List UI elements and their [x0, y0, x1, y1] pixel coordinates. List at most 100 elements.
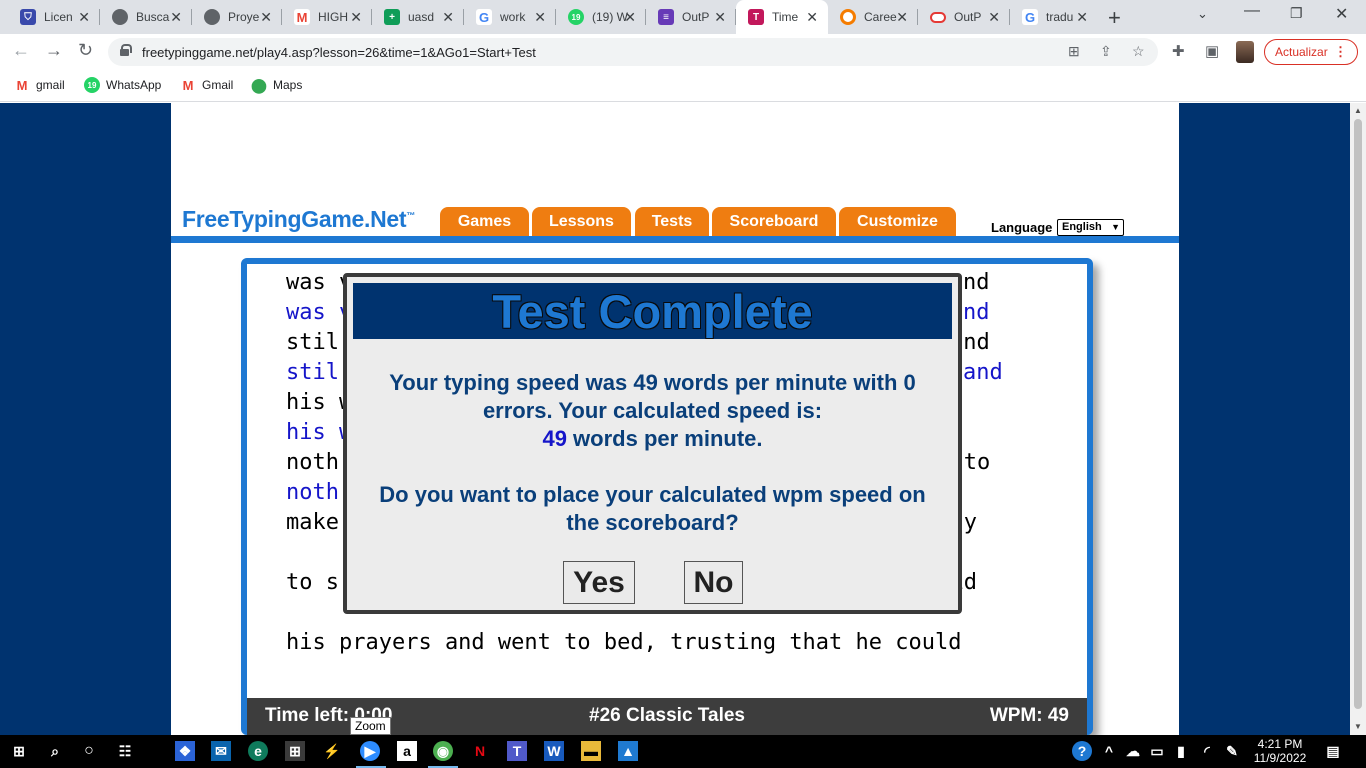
- nav-games[interactable]: Games: [440, 207, 529, 236]
- restore-icon[interactable]: ❐: [1290, 5, 1303, 22]
- whatsapp-icon: 19: [568, 9, 584, 25]
- task-view-icon[interactable]: ☷: [115, 741, 135, 761]
- file-explorer-icon[interactable]: ▬: [581, 741, 601, 761]
- chevron-down-icon: ▼: [1111, 222, 1120, 232]
- nav-customize[interactable]: Customize: [839, 207, 956, 236]
- whatsapp-icon: 19: [84, 77, 100, 93]
- nav-scoreboard[interactable]: Scoreboard: [712, 207, 836, 236]
- netflix-icon[interactable]: N: [470, 741, 490, 761]
- lock-icon[interactable]: [120, 44, 132, 56]
- bookmark-gmail-2[interactable]: M Gmail: [180, 77, 234, 93]
- tab-6[interactable]: G work ✕: [464, 0, 556, 34]
- share-icon[interactable]: ⇪: [1100, 43, 1112, 60]
- reload-icon[interactable]: ↻: [78, 40, 93, 61]
- tab-3[interactable]: Proye ✕: [192, 0, 282, 34]
- onedrive-cloud-icon[interactable]: ☁: [1123, 741, 1143, 761]
- close-window-icon[interactable]: ✕: [1335, 4, 1348, 24]
- nav-lessons[interactable]: Lessons: [532, 207, 631, 236]
- close-icon[interactable]: ✕: [624, 9, 636, 26]
- amazon-icon[interactable]: a: [397, 741, 417, 761]
- close-icon[interactable]: ✕: [806, 9, 818, 26]
- profile-avatar[interactable]: [1236, 41, 1254, 63]
- edge-icon[interactable]: e: [248, 741, 268, 761]
- site-logo[interactable]: FreeTypingGame.Net™: [182, 206, 415, 233]
- photos-icon[interactable]: ▲: [618, 741, 638, 761]
- close-icon[interactable]: ✕: [714, 9, 726, 26]
- cortana-icon[interactable]: ○: [79, 741, 99, 761]
- search-icon[interactable]: ⌕: [45, 741, 65, 761]
- tab-4[interactable]: M HIGH ✕: [282, 0, 372, 34]
- bookmark-maps[interactable]: ⬤ Maps: [251, 77, 302, 93]
- close-icon[interactable]: ✕: [534, 9, 546, 26]
- tab-5[interactable]: + uasd ✕: [372, 0, 464, 34]
- address-bar[interactable]: freetypinggame.net/play4.asp?lesson=26&t…: [108, 38, 1158, 66]
- tab-1[interactable]: ⛉ Licen ✕: [8, 0, 100, 34]
- system-clock[interactable]: 4:21 PM 11/9/2022: [1248, 737, 1312, 765]
- close-icon[interactable]: ✕: [1076, 9, 1088, 26]
- url-text[interactable]: freetypinggame.net/play4.asp?lesson=26&t…: [142, 45, 536, 60]
- tab-search-chevron-icon[interactable]: ⌄: [1197, 6, 1208, 22]
- close-icon[interactable]: ✕: [988, 9, 1000, 26]
- wpm-readout: WPM: 49: [989, 705, 1069, 726]
- close-icon[interactable]: ✕: [442, 9, 454, 26]
- typed-line: stil: [286, 360, 339, 385]
- maps-pin-icon: ⬤: [251, 76, 267, 93]
- translate-icon[interactable]: ⊞: [1068, 43, 1080, 60]
- pen-icon[interactable]: ✎: [1222, 741, 1242, 761]
- tab-7[interactable]: 19 (19) W ✕: [556, 0, 646, 34]
- new-tab-plus-icon[interactable]: +: [1108, 5, 1121, 31]
- word-icon[interactable]: W: [544, 741, 564, 761]
- tab-9-active[interactable]: T Time ✕: [736, 0, 828, 34]
- close-icon[interactable]: ✕: [260, 9, 272, 26]
- dropbox-icon[interactable]: ❖: [175, 741, 195, 761]
- bookmark-star-icon[interactable]: ☆: [1132, 43, 1145, 60]
- close-icon[interactable]: ✕: [896, 9, 908, 26]
- source-line: to s: [286, 570, 339, 595]
- mail-icon[interactable]: ✉: [211, 741, 231, 761]
- nav-tests[interactable]: Tests: [635, 207, 709, 236]
- tab-12[interactable]: G tradu ✕: [1010, 0, 1098, 34]
- clock-time: 4:21 PM: [1257, 737, 1303, 751]
- tab-10[interactable]: Caree ✕: [828, 0, 918, 34]
- language-select[interactable]: English ▼: [1057, 219, 1124, 236]
- minimize-icon[interactable]: —: [1244, 2, 1260, 20]
- store-icon[interactable]: ⊞: [285, 741, 305, 761]
- bookmark-gmail[interactable]: M gmail: [14, 77, 65, 93]
- yes-button[interactable]: Yes: [563, 561, 635, 604]
- display-icon[interactable]: ▭: [1147, 741, 1167, 761]
- close-icon[interactable]: ✕: [350, 9, 362, 26]
- update-button[interactable]: Actualizar ⋮: [1264, 39, 1358, 65]
- plugin-icon[interactable]: ⚡: [322, 741, 342, 761]
- side-panel-icon[interactable]: ▣: [1205, 42, 1219, 60]
- close-icon[interactable]: ✕: [78, 9, 90, 26]
- tab-title: work: [500, 10, 526, 24]
- notifications-icon[interactable]: ▤: [1323, 741, 1343, 761]
- clock-date: 11/9/2022: [1253, 751, 1307, 765]
- scroll-down-icon[interactable]: ▼: [1354, 722, 1362, 731]
- windows-start-icon[interactable]: ⊞: [9, 741, 29, 761]
- bookmark-whatsapp[interactable]: 19 WhatsApp: [84, 77, 161, 93]
- back-arrow-icon[interactable]: ←: [12, 40, 30, 61]
- extensions-puzzle-icon[interactable]: ✚: [1172, 42, 1185, 60]
- tab-title: HIGH: [318, 10, 348, 24]
- help-icon[interactable]: ?: [1072, 741, 1092, 761]
- wifi-icon[interactable]: ◜: [1197, 741, 1217, 761]
- scroll-up-icon[interactable]: ▲: [1354, 106, 1362, 115]
- forward-arrow-icon[interactable]: →: [45, 40, 63, 61]
- show-hidden-icons-chevron[interactable]: ^: [1099, 741, 1119, 761]
- tab-8[interactable]: ≡ OutP ✕: [646, 0, 736, 34]
- chrome-icon[interactable]: ◉: [433, 741, 453, 761]
- teams-icon[interactable]: T: [507, 741, 527, 761]
- battery-icon[interactable]: ▮: [1171, 741, 1191, 761]
- menu-dots-icon: ⋮: [1334, 44, 1347, 59]
- page-scrollbar[interactable]: ▲ ▼: [1350, 103, 1366, 735]
- tab-11[interactable]: OutP ✕: [918, 0, 1010, 34]
- typed-line: noth: [286, 480, 339, 505]
- no-button[interactable]: No: [684, 561, 743, 604]
- browser-tab-strip: ⛉ Licen ✕ Busca ✕ Proye ✕ M HIGH ✕ + uas…: [0, 0, 1366, 34]
- close-icon[interactable]: ✕: [170, 9, 182, 26]
- scroll-thumb[interactable]: [1354, 119, 1362, 709]
- zoom-app-icon[interactable]: ▶: [360, 741, 380, 761]
- tab-title: Proye: [228, 10, 260, 24]
- tab-2[interactable]: Busca ✕: [100, 0, 192, 34]
